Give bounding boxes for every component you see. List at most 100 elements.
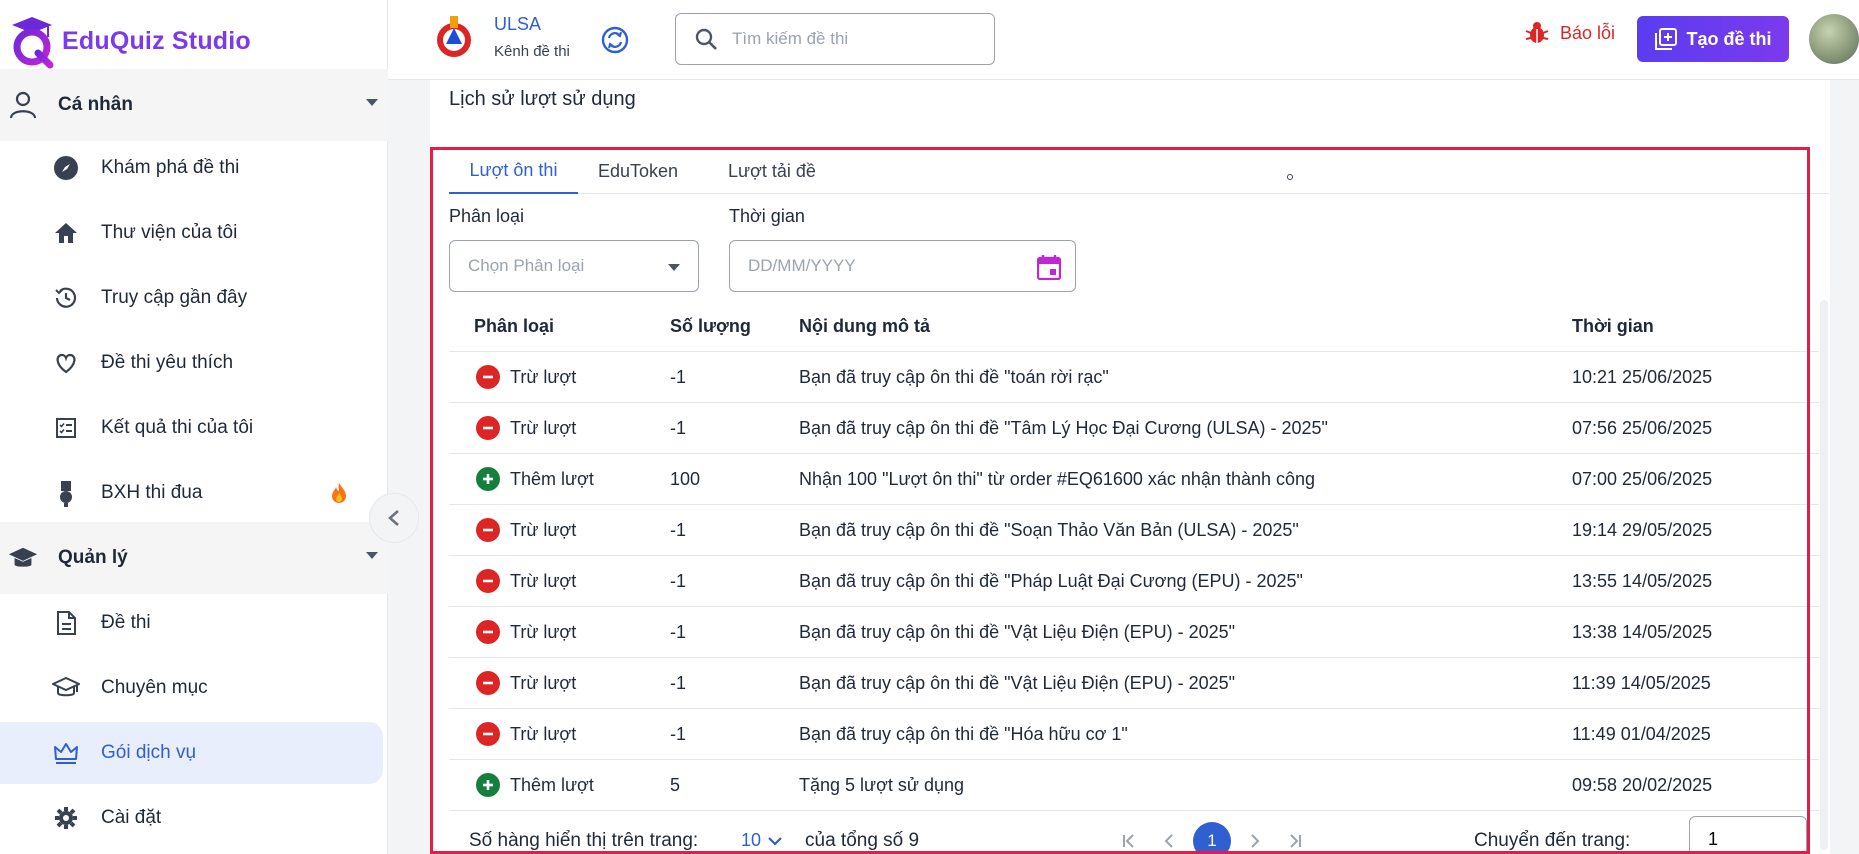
tab-exam-credits[interactable]: Lượt ôn thi [449,148,578,194]
next-page-button[interactable] [1235,823,1275,854]
chevron-down-icon [768,836,782,846]
table-row[interactable]: Trừ lượt -1 Bạn đã truy cập ôn thi đề "Soạ… [449,505,1819,556]
type-label: Trừ lượt [510,570,577,591]
qty-cell: 5 [670,775,681,795]
sidebar-item-leaderboard[interactable]: BXH thi đua [0,462,388,524]
desc-cell: Tặng 5 lượt sử dụng [799,775,964,795]
table-row[interactable]: Trừ lượt -1 Bạn đã truy cập ôn thi đề "Tâm… [449,403,1819,454]
sidebar-item-library[interactable]: Thư viện của tôi [0,202,388,264]
switch-channel-icon[interactable] [600,25,630,55]
qty-cell: -1 [670,367,687,387]
goto-page-label: Chuyển đến trang: [1474,830,1631,851]
table-body: Trừ lượt -1 Bạn đã truy cập ôn thi đề "toá… [449,352,1819,811]
table-row[interactable]: Thêm lượt 100 Nhận 100 "Lượt ôn thi" từ or… [449,454,1819,505]
table-row[interactable]: Trừ lượt -1 Bạn đã truy cập ôn thi đề "toá… [449,352,1819,403]
sidebar-item-results[interactable]: Kết quả thi của tôi [0,397,388,459]
sidebar-item-label: Đề thi [101,612,151,633]
table-header: Phân loại Số lượng Nội dung mô tả Thời g… [449,300,1819,352]
user-icon [8,90,38,120]
collapse-sidebar-button[interactable] [369,493,419,543]
table-row[interactable]: Trừ lượt -1 Bạn đã truy cập ôn thi đề "Vật… [449,607,1819,658]
remove-circle-icon [476,722,500,746]
date-filter[interactable] [729,240,1076,292]
type-label: Trừ lượt [510,417,577,438]
brand-logo[interactable]: EduQuiz Studio [8,6,251,76]
create-exam-label: Tạo đề thi [1686,28,1772,49]
qty-cell: -1 [670,520,687,540]
sidebar-item-settings[interactable]: Cài đặt [0,787,388,849]
channel-name[interactable]: ULSA [494,14,541,35]
table-scrollbar[interactable] [1820,300,1828,850]
type-cell: Thêm lượt [476,773,594,797]
time-cell: 07:00 25/06/2025 [1572,469,1713,489]
cursor-dot [1287,174,1293,180]
tab-downloads[interactable]: Lượt tải đề [707,148,837,194]
time-cell: 07:56 25/06/2025 [1572,418,1713,438]
section-manage[interactable]: Quản lý [0,522,388,594]
page-number-current[interactable]: 1 [1193,822,1231,854]
calendar-icon[interactable] [1036,254,1062,285]
table-row[interactable]: Trừ lượt -1 Bạn đã truy cập ôn thi đề "Hóa… [449,709,1819,760]
add-circle-icon [476,773,500,797]
goto-page-input[interactable] [1689,816,1807,854]
document-icon [52,609,80,637]
type-cell: Thêm lượt [476,467,594,491]
sidebar-item-label: Đề thi yêu thích [101,352,234,373]
qty-cell: -1 [670,622,687,642]
crown-icon [52,739,80,767]
table-row[interactable]: Thêm lượt 5 Tặng 5 lượt sử dụng 09:58 20/02… [449,760,1819,811]
remove-circle-icon [476,518,500,542]
sidebar-item-explore[interactable]: Khám phá đề thi [0,137,388,199]
avatar[interactable] [1809,14,1859,64]
chevron-down-icon [366,99,378,106]
desc-cell: Bạn đã truy cập ôn thi đề "Tâm Lý Học Đạ… [799,418,1328,438]
report-bug-button[interactable]: Báo lỗi [1524,20,1615,46]
table-row[interactable]: Trừ lượt -1 Bạn đã truy cập ôn thi đề "Phá… [449,556,1819,607]
tab-edutoken[interactable]: EduToken [578,148,698,194]
time-cell: 13:55 14/05/2025 [1572,571,1713,591]
channel-logo-icon[interactable] [434,14,474,62]
type-cell: Trừ lượt [476,620,576,644]
chevron-right-icon [1251,834,1260,848]
sidebar-item-favorites[interactable]: Đề thi yêu thích [0,332,388,394]
qty-cell: -1 [670,724,687,744]
section-personal[interactable]: Cá nhân [0,69,388,141]
home-icon [52,219,80,247]
create-exam-button[interactable]: Tạo đề thi [1637,16,1789,62]
search-box[interactable] [675,13,995,65]
section-manage-label: Quản lý [58,547,128,568]
add-circle-icon [476,467,500,491]
qty-cell: 100 [670,469,701,489]
rows-per-page-select[interactable]: 10 [741,830,783,851]
desc-cell: Bạn đã truy cập ôn thi đề "Vật Liệu Điện… [799,622,1236,642]
pager: 1 [1109,822,1315,854]
time-cell: 09:58 20/02/2025 [1572,775,1713,795]
last-page-button[interactable] [1275,823,1315,854]
remove-circle-icon [476,620,500,644]
page-title: Lịch sử lượt sử dụng [449,88,636,110]
type-filter-select[interactable]: Chọn Phân loại [449,240,699,292]
first-page-button[interactable] [1109,823,1149,854]
usage-history-table: Phân loại Số lượng Nội dung mô tả Thời g… [449,300,1819,811]
total-count: của tổng số 9 [805,830,920,851]
add-box-icon [1654,28,1677,50]
sidebar-item-service-packages[interactable]: Gói dịch vụ [0,722,383,784]
sidebar-item-label: Truy cập gần đây [101,287,248,308]
qty-cell: -1 [670,673,687,693]
sidebar-item-exams[interactable]: Đề thi [0,592,388,654]
remove-circle-icon [476,365,500,389]
sidebar-item-categories[interactable]: Chuyên mục [0,657,388,719]
time-cell: 11:49 01/04/2025 [1572,724,1711,744]
sidebar-item-recent[interactable]: Truy cập gần đây [0,267,388,329]
bug-icon [1525,22,1549,43]
col-time: Thời gian [1572,316,1654,336]
remove-circle-icon [476,569,500,593]
time-cell: 13:38 14/05/2025 [1572,622,1713,642]
table-row[interactable]: Trừ lượt -1 Bạn đã truy cập ôn thi đề "Vật… [449,658,1819,709]
prev-page-button[interactable] [1149,823,1189,854]
search-input[interactable] [732,29,972,49]
sidebar-item-label: Gói dịch vụ [101,742,197,763]
first-page-icon [1123,834,1134,848]
sidebar-item-label: Thư viện của tôi [101,222,238,243]
date-input[interactable] [748,256,1018,276]
